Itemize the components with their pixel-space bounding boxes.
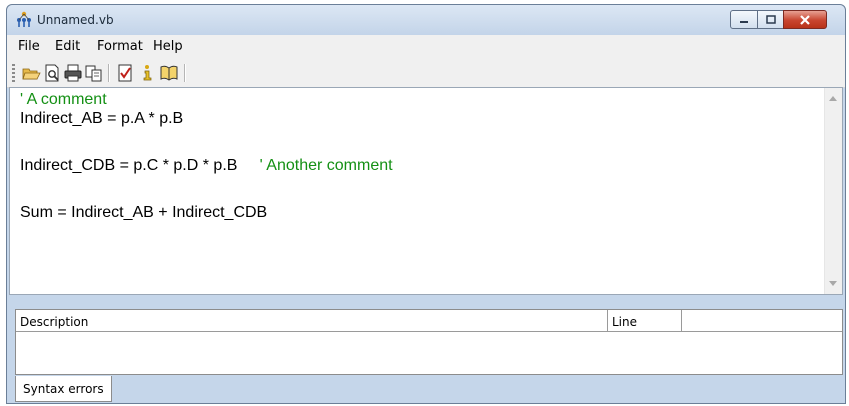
code-comment: ' Another comment <box>259 157 393 174</box>
column-header-description[interactable]: Description <box>16 310 608 332</box>
open-folder-icon[interactable] <box>21 63 41 83</box>
maximize-button[interactable] <box>757 10 784 29</box>
toolbar-separator <box>184 64 186 82</box>
toolbar-grip[interactable] <box>12 64 15 82</box>
close-icon <box>800 14 810 25</box>
code-editor[interactable]: ' A comment Indirect_AB = p.A * p.B Indi… <box>9 87 843 295</box>
minimize-button[interactable] <box>730 10 758 29</box>
code-text: Sum = Indirect_AB + Indirect_CDB <box>20 204 268 221</box>
menu-bar: File Edit Format Help <box>7 35 845 59</box>
network-nodes-icon <box>17 11 31 27</box>
code-line: ' A comment <box>20 91 107 109</box>
window-title: Unnamed.vb <box>37 13 114 27</box>
toolbar-separator <box>108 64 110 82</box>
minimize-icon <box>740 20 748 23</box>
code-line: Indirect_CDB = p.C * p.D * p.B ' Another… <box>20 157 393 175</box>
maximize-icon <box>765 15 776 24</box>
scroll-up-arrow-icon[interactable] <box>829 96 837 101</box>
check-icon[interactable] <box>115 63 135 83</box>
column-header-line[interactable]: Line <box>608 310 682 332</box>
close-button[interactable] <box>783 10 827 29</box>
menu-format[interactable]: Format <box>97 39 143 54</box>
code-line: Indirect_AB = p.A * p.B <box>20 110 183 128</box>
code-text: Indirect_CDB = p.C * p.D * p.B <box>20 157 260 174</box>
menu-help[interactable]: Help <box>153 39 183 54</box>
help-book-icon[interactable] <box>159 63 179 83</box>
code-text: Indirect_AB = p.A * p.B <box>20 110 184 127</box>
application-window: Unnamed.vb File Edit Format Help ' A com… <box>6 4 846 404</box>
title-bar[interactable]: Unnamed.vb <box>7 5 845 35</box>
syntax-errors-list[interactable]: Description Line <box>15 309 843 375</box>
code-comment: ' A comment <box>20 91 107 108</box>
print-preview-icon[interactable] <box>42 63 62 83</box>
vertical-scrollbar[interactable] <box>824 88 842 294</box>
toolbar <box>7 59 845 88</box>
scroll-down-arrow-icon[interactable] <box>829 281 837 286</box>
column-header-empty[interactable] <box>682 310 842 332</box>
menu-edit[interactable]: Edit <box>55 39 80 54</box>
tab-syntax-errors[interactable]: Syntax errors <box>15 376 112 402</box>
copy-icon[interactable] <box>84 63 104 83</box>
info-icon[interactable] <box>138 63 158 83</box>
code-line: Sum = Indirect_AB + Indirect_CDB <box>20 204 267 222</box>
menu-file[interactable]: File <box>18 39 40 54</box>
print-icon[interactable] <box>63 63 83 83</box>
